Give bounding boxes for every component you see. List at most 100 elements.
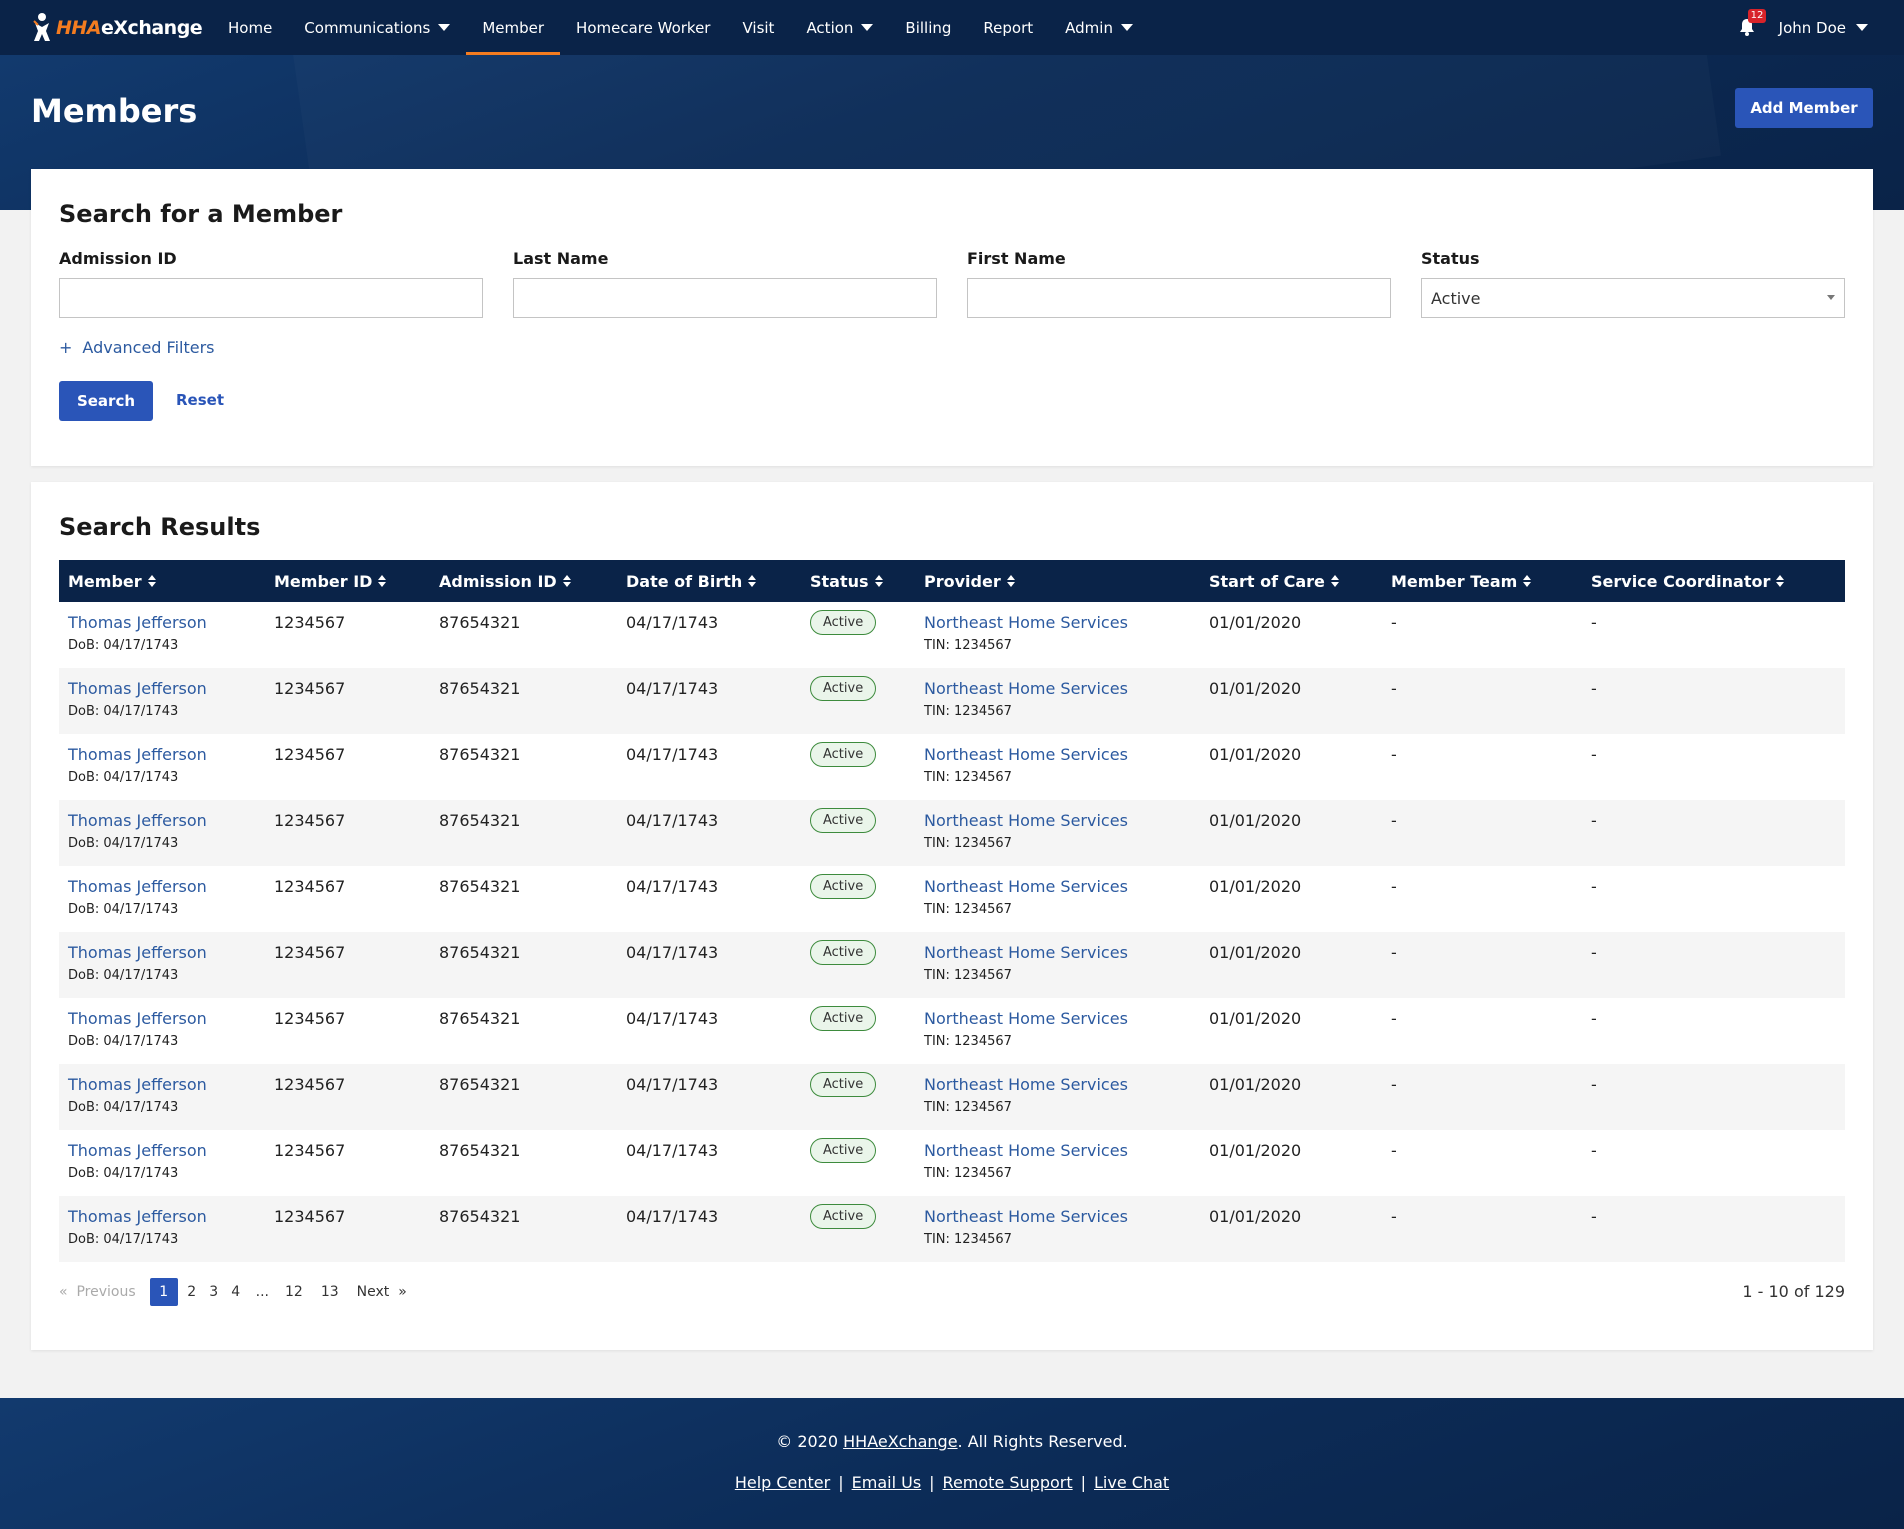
cell-provider: Northeast Home Services TIN: 1234567	[924, 1141, 1128, 1181]
footer-links: Help Center | Email Us | Remote Support | Live…	[0, 1473, 1904, 1492]
start-of-care-value: 01/01/2020	[1209, 1141, 1302, 1160]
member-name-link[interactable]: Thomas Jefferson	[68, 811, 207, 830]
live-chat-link[interactable]: Live Chat	[1094, 1473, 1169, 1492]
main-menu: Home Communications Member Homecare Work…	[212, 0, 1149, 55]
start-of-care-value: 01/01/2020	[1209, 811, 1302, 830]
member-id-value: 1234567	[274, 811, 346, 830]
plus-icon: +	[59, 338, 73, 357]
member-name-link[interactable]: Thomas Jefferson	[68, 613, 207, 632]
admission-id-input[interactable]	[59, 278, 483, 318]
nav-admin[interactable]: Admin	[1049, 0, 1149, 55]
admission-id-value: 87654321	[439, 1075, 521, 1094]
nav-label: Visit	[742, 18, 775, 37]
provider-tin: TIN: 1234567	[924, 1100, 1012, 1115]
last-name-input[interactable]	[513, 278, 937, 318]
search-button[interactable]: Search	[59, 381, 153, 421]
column-header-date-of-birth[interactable]: Date of Birth	[626, 560, 757, 602]
column-header-label: Start of Care	[1209, 571, 1325, 591]
column-header-status[interactable]: Status	[810, 560, 883, 602]
remote-support-link[interactable]: Remote Support	[943, 1473, 1073, 1492]
dob-value: 04/17/1743	[626, 811, 719, 830]
nav-homecare-worker[interactable]: Homecare Worker	[560, 0, 726, 55]
cell-date-of-birth: 04/17/1743	[626, 943, 718, 962]
reset-button[interactable]: Reset	[176, 391, 224, 409]
start-of-care-value: 01/01/2020	[1209, 1207, 1302, 1226]
member-id-value: 1234567	[274, 613, 346, 632]
member-name-link[interactable]: Thomas Jefferson	[68, 1141, 207, 1160]
cell-status: Active	[810, 1204, 877, 1229]
member-dob: DoB: 04/17/1743	[68, 770, 179, 785]
status-select[interactable]: Active	[1421, 278, 1845, 318]
cell-member: Thomas Jefferson DoB: 04/17/1743	[68, 613, 207, 653]
help-center-link[interactable]: Help Center	[735, 1473, 830, 1492]
provider-link[interactable]: Northeast Home Services	[924, 613, 1128, 632]
cell-member-team: -	[1391, 1207, 1397, 1226]
member-name-link[interactable]: Thomas Jefferson	[68, 1207, 207, 1226]
provider-link[interactable]: Northeast Home Services	[924, 877, 1128, 896]
user-menu[interactable]: John Doe	[1779, 19, 1868, 37]
company-link[interactable]: HHAeXchange	[843, 1432, 957, 1451]
member-name-link[interactable]: Thomas Jefferson	[68, 679, 207, 698]
previous-page-button[interactable]: « Previous	[59, 1278, 136, 1306]
cell-date-of-birth: 04/17/1743	[626, 1075, 718, 1094]
nav-action[interactable]: Action	[790, 0, 889, 55]
column-header-member-id[interactable]: Member ID	[274, 560, 387, 602]
cell-member: Thomas Jefferson DoB: 04/17/1743	[68, 1009, 207, 1049]
cell-service-coordinator: -	[1591, 1141, 1597, 1160]
provider-link[interactable]: Northeast Home Services	[924, 1141, 1128, 1160]
column-header-member[interactable]: Member	[68, 560, 156, 602]
cell-member-team: -	[1391, 811, 1397, 830]
provider-link[interactable]: Northeast Home Services	[924, 679, 1128, 698]
column-header-start-of-care[interactable]: Start of Care	[1209, 560, 1339, 602]
nav-report[interactable]: Report	[967, 0, 1049, 55]
member-team-value: -	[1391, 679, 1397, 698]
member-name-link[interactable]: Thomas Jefferson	[68, 877, 207, 896]
nav-visit[interactable]: Visit	[726, 0, 790, 55]
cell-admission-id: 87654321	[439, 943, 520, 962]
nav-member[interactable]: Member	[466, 0, 560, 55]
page-number-button[interactable]: 2	[186, 1278, 198, 1306]
cell-start-of-care: 01/01/2020	[1209, 811, 1301, 830]
nav-communications[interactable]: Communications	[288, 0, 466, 55]
page-number-button[interactable]: 4	[230, 1278, 242, 1306]
provider-link[interactable]: Northeast Home Services	[924, 1207, 1128, 1226]
provider-link[interactable]: Northeast Home Services	[924, 943, 1128, 962]
nav-home[interactable]: Home	[212, 0, 288, 55]
member-dob: DoB: 04/17/1743	[68, 1034, 179, 1049]
member-name-link[interactable]: Thomas Jefferson	[68, 745, 207, 764]
cell-start-of-care: 01/01/2020	[1209, 679, 1301, 698]
advanced-filters-toggle[interactable]: + Advanced Filters	[59, 338, 214, 357]
cell-date-of-birth: 04/17/1743	[626, 1009, 718, 1028]
page-number-button[interactable]: 1	[149, 1278, 178, 1306]
notifications-button[interactable]: 12	[1737, 8, 1767, 39]
provider-tin: TIN: 1234567	[924, 1232, 1012, 1247]
member-name-link[interactable]: Thomas Jefferson	[68, 943, 207, 962]
provider-link[interactable]: Northeast Home Services	[924, 811, 1128, 830]
service-coordinator-value: -	[1591, 877, 1597, 896]
sort-icon	[1776, 575, 1785, 587]
nav-label: Admin	[1065, 18, 1113, 37]
page-number-button[interactable]: 12	[285, 1278, 303, 1306]
provider-tin: TIN: 1234567	[924, 968, 1012, 983]
status-badge: Active	[810, 676, 877, 701]
nav-billing[interactable]: Billing	[889, 0, 967, 55]
add-member-button[interactable]: Add Member	[1735, 88, 1873, 128]
column-header-admission-id[interactable]: Admission ID	[439, 560, 571, 602]
column-header-member-team[interactable]: Member Team	[1391, 560, 1532, 602]
logo[interactable]: HHAeXchange	[32, 10, 203, 46]
column-header-label: Status	[810, 571, 869, 591]
email-us-link[interactable]: Email Us	[852, 1473, 922, 1492]
column-header-provider[interactable]: Provider	[924, 560, 1015, 602]
provider-link[interactable]: Northeast Home Services	[924, 745, 1128, 764]
page-number-button[interactable]: 3	[208, 1278, 220, 1306]
provider-link[interactable]: Northeast Home Services	[924, 1009, 1128, 1028]
next-page-button[interactable]: Next »	[357, 1278, 407, 1306]
column-header-service-coordinator[interactable]: Service Coordinator	[1591, 560, 1785, 602]
member-name-link[interactable]: Thomas Jefferson	[68, 1075, 207, 1094]
page-number-button[interactable]: 13	[321, 1278, 339, 1306]
first-name-input[interactable]	[967, 278, 1391, 318]
member-name-link[interactable]: Thomas Jefferson	[68, 1009, 207, 1028]
chevron-down-icon	[1856, 24, 1868, 31]
sort-icon	[874, 575, 883, 587]
provider-link[interactable]: Northeast Home Services	[924, 1075, 1128, 1094]
